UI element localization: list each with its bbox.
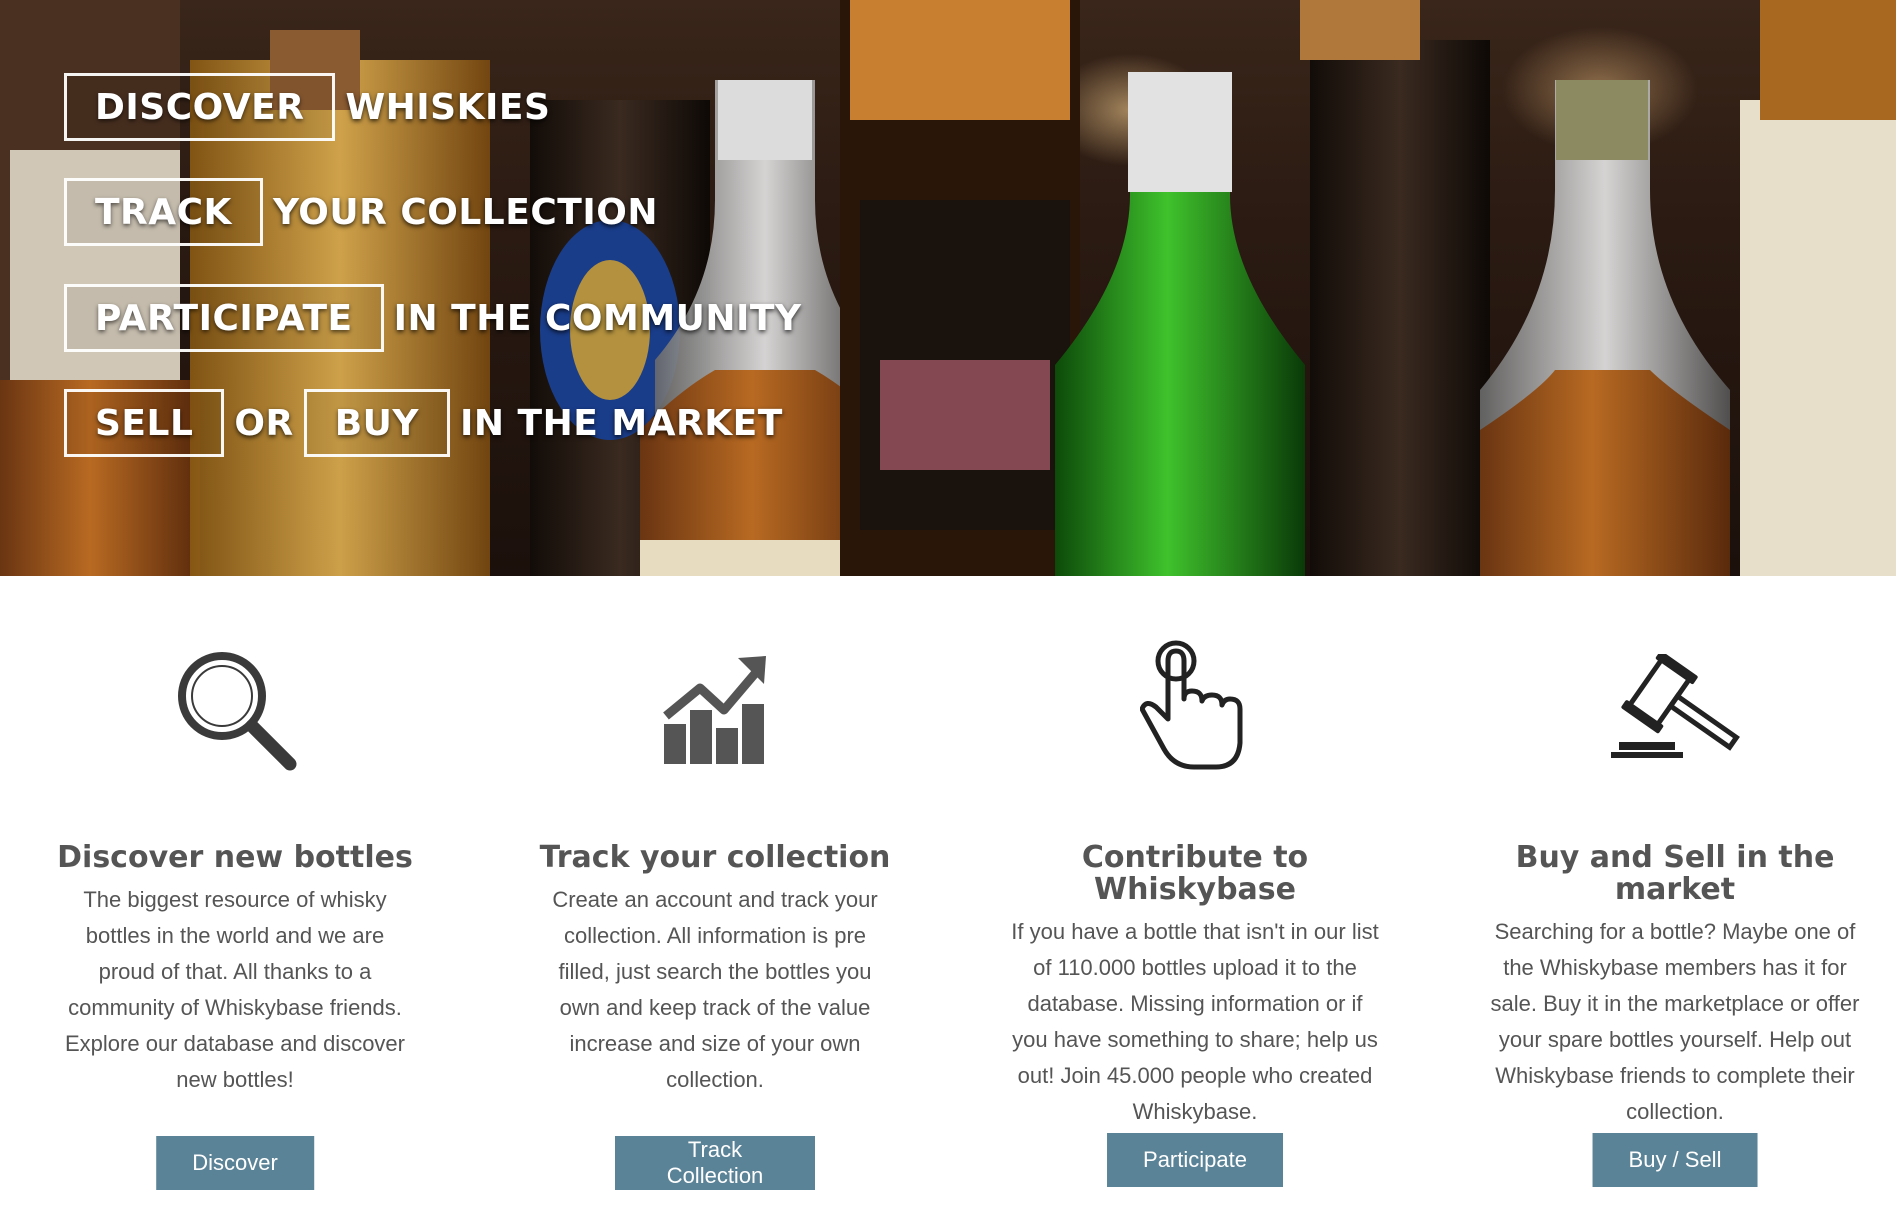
feature-description: The biggest resource of whisky bottles i… <box>65 887 405 1092</box>
feature-description: If you have a bottle that isn't in our l… <box>1011 919 1379 1124</box>
hero-text-whiskies: WHISKIES <box>345 86 551 128</box>
buy-box-link[interactable]: BUY <box>303 389 450 457</box>
track-collection-button[interactable]: Track Collection <box>615 1136 815 1190</box>
hero-text-community: IN THE COMMUNITY <box>393 297 802 339</box>
feature-title: Contribute to Whiskybase <box>1081 840 1309 907</box>
magnifier-icon <box>35 634 435 784</box>
discover-box-link[interactable]: DISCOVER <box>64 73 336 141</box>
hero-text-market: IN THE MARKET <box>459 402 783 444</box>
feature-title: Discover new bottles <box>57 840 413 875</box>
feature-discover: Discover new bottles The biggest resourc… <box>35 576 435 1190</box>
feature-track: Track your collection Create an account … <box>515 576 915 1190</box>
rising-chart-icon <box>515 634 915 784</box>
hero-line-participate: PARTICIPATE IN THE COMMUNITY <box>64 281 812 355</box>
feature-title: Track your collection <box>539 840 891 875</box>
feature-description: Searching for a bottle? Maybe one of the… <box>1490 919 1860 1124</box>
feature-market: Buy and Sell in the market Searching for… <box>1475 576 1875 1187</box>
participate-box-link[interactable]: PARTICIPATE <box>64 284 384 352</box>
hero-text-or: OR <box>234 402 294 444</box>
participate-button[interactable]: Participate <box>1107 1133 1283 1187</box>
hero-line-market: SELL OR BUY IN THE MARKET <box>64 386 793 460</box>
track-box-link[interactable]: TRACK <box>64 178 263 246</box>
discover-button[interactable]: Discover <box>156 1136 314 1190</box>
sell-box-link[interactable]: SELL <box>64 389 225 457</box>
hero-line-discover: DISCOVER WHISKIES <box>64 70 560 144</box>
feature-contribute: Contribute to Whiskybase If you have a b… <box>995 576 1395 1187</box>
features-section: Discover new bottles The biggest resourc… <box>0 576 1896 1232</box>
hero-banner: DISCOVER WHISKIES TRACK YOUR COLLECTION … <box>0 0 1896 576</box>
gavel-icon <box>1475 634 1875 784</box>
hero-line-track: TRACK YOUR COLLECTION <box>64 175 668 249</box>
feature-title: Buy and Sell in the market <box>1515 840 1835 907</box>
buy-sell-button[interactable]: Buy / Sell <box>1592 1133 1758 1187</box>
feature-description: Create an account and track your collect… <box>552 887 878 1092</box>
hero-text-your-collection: YOUR COLLECTION <box>272 191 658 233</box>
pointing-hand-icon <box>995 634 1395 784</box>
